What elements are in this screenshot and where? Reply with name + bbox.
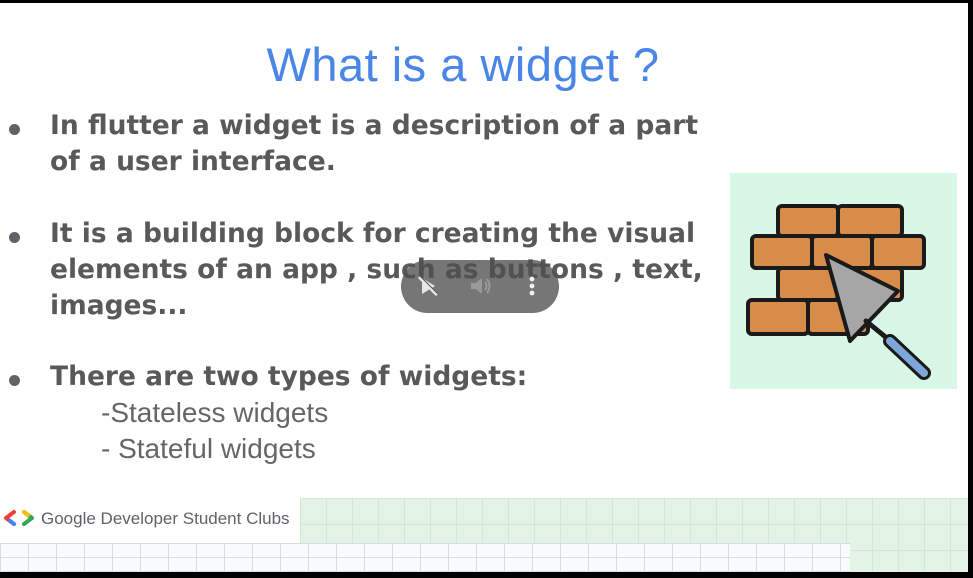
bullet-1-line-2: of a user interface. xyxy=(50,146,336,177)
bullet-1-line-1: In flutter a widget is a description of … xyxy=(50,110,698,141)
stateful-widgets-item: - Stateful widgets xyxy=(101,433,316,464)
stateless-widgets-item: -Stateless widgets xyxy=(101,397,329,428)
video-player-controls xyxy=(401,260,559,313)
bullet-3-line-1: There are two types of widgets: xyxy=(50,361,528,392)
more-vertical-icon[interactable] xyxy=(519,273,545,299)
bullet-2-line-2: elements of an app , such as buttons , t… xyxy=(50,254,703,285)
gdsc-brand-text: Google Developer Student Clubs xyxy=(41,509,290,528)
bullet-dot xyxy=(9,375,20,386)
pause-play-icon[interactable] xyxy=(415,273,441,299)
footer-grid-pattern xyxy=(0,543,850,572)
bullet-dot xyxy=(9,124,20,135)
bullet-2-line-3: images... xyxy=(50,290,188,321)
brick-wall-trowel-icon xyxy=(730,173,957,389)
volume-icon[interactable] xyxy=(467,273,493,299)
bullet-2-line-1: It is a building block for creating the … xyxy=(50,218,696,249)
slide-title: What is a widget ? xyxy=(266,38,660,91)
gdsc-logo-icon xyxy=(2,509,36,527)
bullet-dot xyxy=(9,232,20,243)
